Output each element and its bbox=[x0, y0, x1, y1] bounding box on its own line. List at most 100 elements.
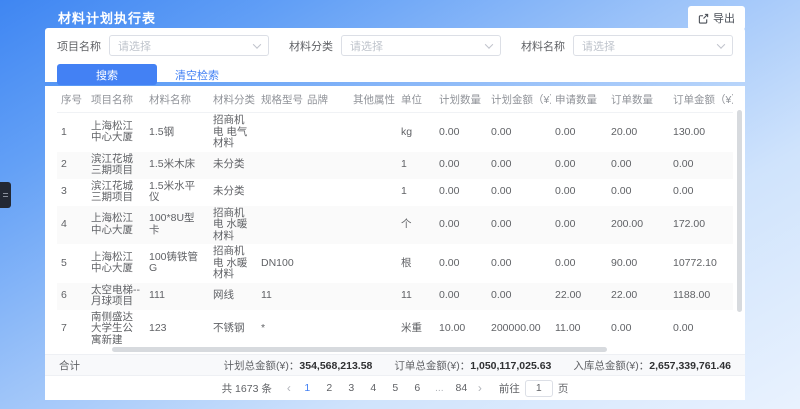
filter-panel: 项目名称 请选择 材料分类 请选择 材料名称 请选择 搜索 清空检索 bbox=[45, 28, 745, 82]
plan-execution-table: 序号项目名称材料名称材料分类规格型号品牌其他属性单位计划数量计划金额（¥）申请数… bbox=[57, 86, 733, 346]
table-cell: 个 bbox=[397, 206, 435, 245]
table-cell: 0.00 bbox=[551, 152, 607, 179]
export-button-label: 导出 bbox=[713, 10, 735, 26]
material-category-placeholder: 请选择 bbox=[350, 38, 383, 54]
summary-row: 合计 计划总金额(¥)：354,568,213.58订单总金额(¥)：1,050… bbox=[45, 354, 745, 376]
project-name-label: 项目名称 bbox=[57, 38, 101, 54]
table-cell: 11 bbox=[257, 283, 303, 310]
material-category-label: 材料分类 bbox=[289, 38, 333, 54]
table-cell: 0.00 bbox=[435, 179, 487, 206]
table-cell: 0.00 bbox=[551, 206, 607, 245]
pagination: 共 1673 条 ‹ 123456...84 › 前往 页 bbox=[45, 376, 745, 400]
filter-actions: 搜索 清空检索 bbox=[57, 64, 733, 85]
goto-page-input[interactable] bbox=[525, 380, 553, 397]
drawer-toggle-handle[interactable] bbox=[0, 182, 11, 208]
search-button[interactable]: 搜索 bbox=[57, 64, 157, 85]
table-cell: 3 bbox=[57, 179, 87, 206]
column-header: 品牌 bbox=[303, 86, 349, 113]
page-button[interactable]: 1 bbox=[300, 382, 315, 394]
table-cell: 0.00 bbox=[607, 310, 669, 347]
column-header: 订单数量 bbox=[607, 86, 669, 113]
table-cell: 0.00 bbox=[435, 244, 487, 283]
table-cell: 7 bbox=[57, 310, 87, 347]
table-cell: 0.00 bbox=[669, 152, 733, 179]
table-cell bbox=[257, 152, 303, 179]
table-cell bbox=[257, 113, 303, 152]
project-name-placeholder: 请选择 bbox=[118, 38, 151, 54]
export-button[interactable]: 导出 bbox=[688, 6, 745, 30]
chevron-down-icon bbox=[717, 40, 725, 48]
table-row: 7南侧盛达大学生公寓新建123不锈钢*米重10.00200000.0011.00… bbox=[57, 310, 733, 347]
goto-suffix-label: 页 bbox=[558, 381, 569, 396]
next-page-button[interactable]: › bbox=[476, 382, 484, 394]
prev-page-button[interactable]: ‹ bbox=[285, 382, 293, 394]
table-cell: 2 bbox=[57, 152, 87, 179]
page-button[interactable]: 5 bbox=[388, 382, 403, 394]
table-row: 1上海松江中心大厦1.5钢招商机电 电气材料kg0.000.000.0020.0… bbox=[57, 113, 733, 152]
table-cell: 200000.00 bbox=[487, 310, 551, 347]
table-cell: 100*8U型卡 bbox=[145, 206, 209, 245]
horizontal-scrollbar[interactable] bbox=[112, 347, 607, 352]
filter-group-category: 材料分类 请选择 bbox=[289, 35, 501, 56]
table-cell: 123 bbox=[145, 310, 209, 347]
table-cell: 0.00 bbox=[487, 113, 551, 152]
table-scroll-area: 序号项目名称材料名称材料分类规格型号品牌其他属性单位计划数量计划金额（¥）申请数… bbox=[45, 86, 745, 346]
table-cell: 太空电梯--月球项目 bbox=[87, 283, 145, 310]
table-cell bbox=[349, 244, 397, 283]
table-cell: 滨江花城三期项目 bbox=[87, 152, 145, 179]
material-name-label: 材料名称 bbox=[521, 38, 565, 54]
table-cell: 1 bbox=[57, 113, 87, 152]
page-button[interactable]: 6 bbox=[410, 382, 425, 394]
column-header: 申请数量 bbox=[551, 86, 607, 113]
summary-total: 计划总金额(¥)：354,568,213.58 bbox=[224, 358, 373, 373]
goto-page: 前往 页 bbox=[499, 380, 569, 397]
material-category-select[interactable]: 请选择 bbox=[341, 35, 501, 56]
project-name-select[interactable]: 请选择 bbox=[109, 35, 269, 56]
table-cell: 172.00 bbox=[669, 206, 733, 245]
column-header: 序号 bbox=[57, 86, 87, 113]
table-cell: 招商机电 水暖材料 bbox=[209, 244, 257, 283]
summary-totals: 计划总金额(¥)：354,568,213.58 订单总金额(¥)：1,050,11… bbox=[224, 358, 731, 373]
material-name-select[interactable]: 请选择 bbox=[573, 35, 733, 56]
page-button[interactable]: 2 bbox=[322, 382, 337, 394]
table-cell: 招商机电 电气材料 bbox=[209, 113, 257, 152]
table-header-row: 序号项目名称材料名称材料分类规格型号品牌其他属性单位计划数量计划金额（¥）申请数… bbox=[57, 86, 733, 113]
filter-group-material: 材料名称 请选择 bbox=[521, 35, 733, 56]
page-button[interactable]: 3 bbox=[344, 382, 359, 394]
page-button[interactable]: 84 bbox=[454, 382, 469, 394]
clear-search-button[interactable]: 清空检索 bbox=[175, 67, 219, 83]
table-cell: 1 bbox=[397, 179, 435, 206]
column-header: 材料分类 bbox=[209, 86, 257, 113]
table-cell bbox=[303, 179, 349, 206]
table-cell: 0.00 bbox=[435, 283, 487, 310]
table-row: 4上海松江中心大厦100*8U型卡招商机电 水暖材料个0.000.000.002… bbox=[57, 206, 733, 245]
page-button[interactable]: 4 bbox=[366, 382, 381, 394]
table-cell: 上海松江中心大厦 bbox=[87, 113, 145, 152]
column-header: 订单金额（¥） bbox=[669, 86, 733, 113]
table-cell: 0.00 bbox=[607, 152, 669, 179]
table-cell bbox=[257, 179, 303, 206]
page-button: ... bbox=[432, 382, 447, 394]
table-cell: 4 bbox=[57, 206, 87, 245]
table-cell: 0.00 bbox=[551, 113, 607, 152]
table-cell: 0.00 bbox=[551, 179, 607, 206]
table-cell: 0.00 bbox=[551, 244, 607, 283]
table-cell: 1.5钢 bbox=[145, 113, 209, 152]
filter-row: 项目名称 请选择 材料分类 请选择 材料名称 请选择 bbox=[57, 35, 733, 56]
table-row: 3滨江花城三期项目1.5米水平仪未分类10.000.000.000.000.00 bbox=[57, 179, 733, 206]
table-cell: 0.00 bbox=[607, 179, 669, 206]
table-cell: 130.00 bbox=[669, 113, 733, 152]
vertical-scrollbar[interactable] bbox=[737, 110, 742, 312]
table-cell: 1 bbox=[397, 152, 435, 179]
summary-total: 订单总金额(¥)：1,050,117,025.63 bbox=[394, 358, 551, 373]
table-cell: 1.5米木床 bbox=[145, 152, 209, 179]
table-cell: 网线 bbox=[209, 283, 257, 310]
table-cell bbox=[303, 310, 349, 347]
table-cell: 0.00 bbox=[487, 244, 551, 283]
table-cell: 0.00 bbox=[487, 152, 551, 179]
table-cell: 5 bbox=[57, 244, 87, 283]
table-cell: kg bbox=[397, 113, 435, 152]
table-cell bbox=[303, 113, 349, 152]
table-cell bbox=[303, 244, 349, 283]
table-cell bbox=[349, 206, 397, 245]
